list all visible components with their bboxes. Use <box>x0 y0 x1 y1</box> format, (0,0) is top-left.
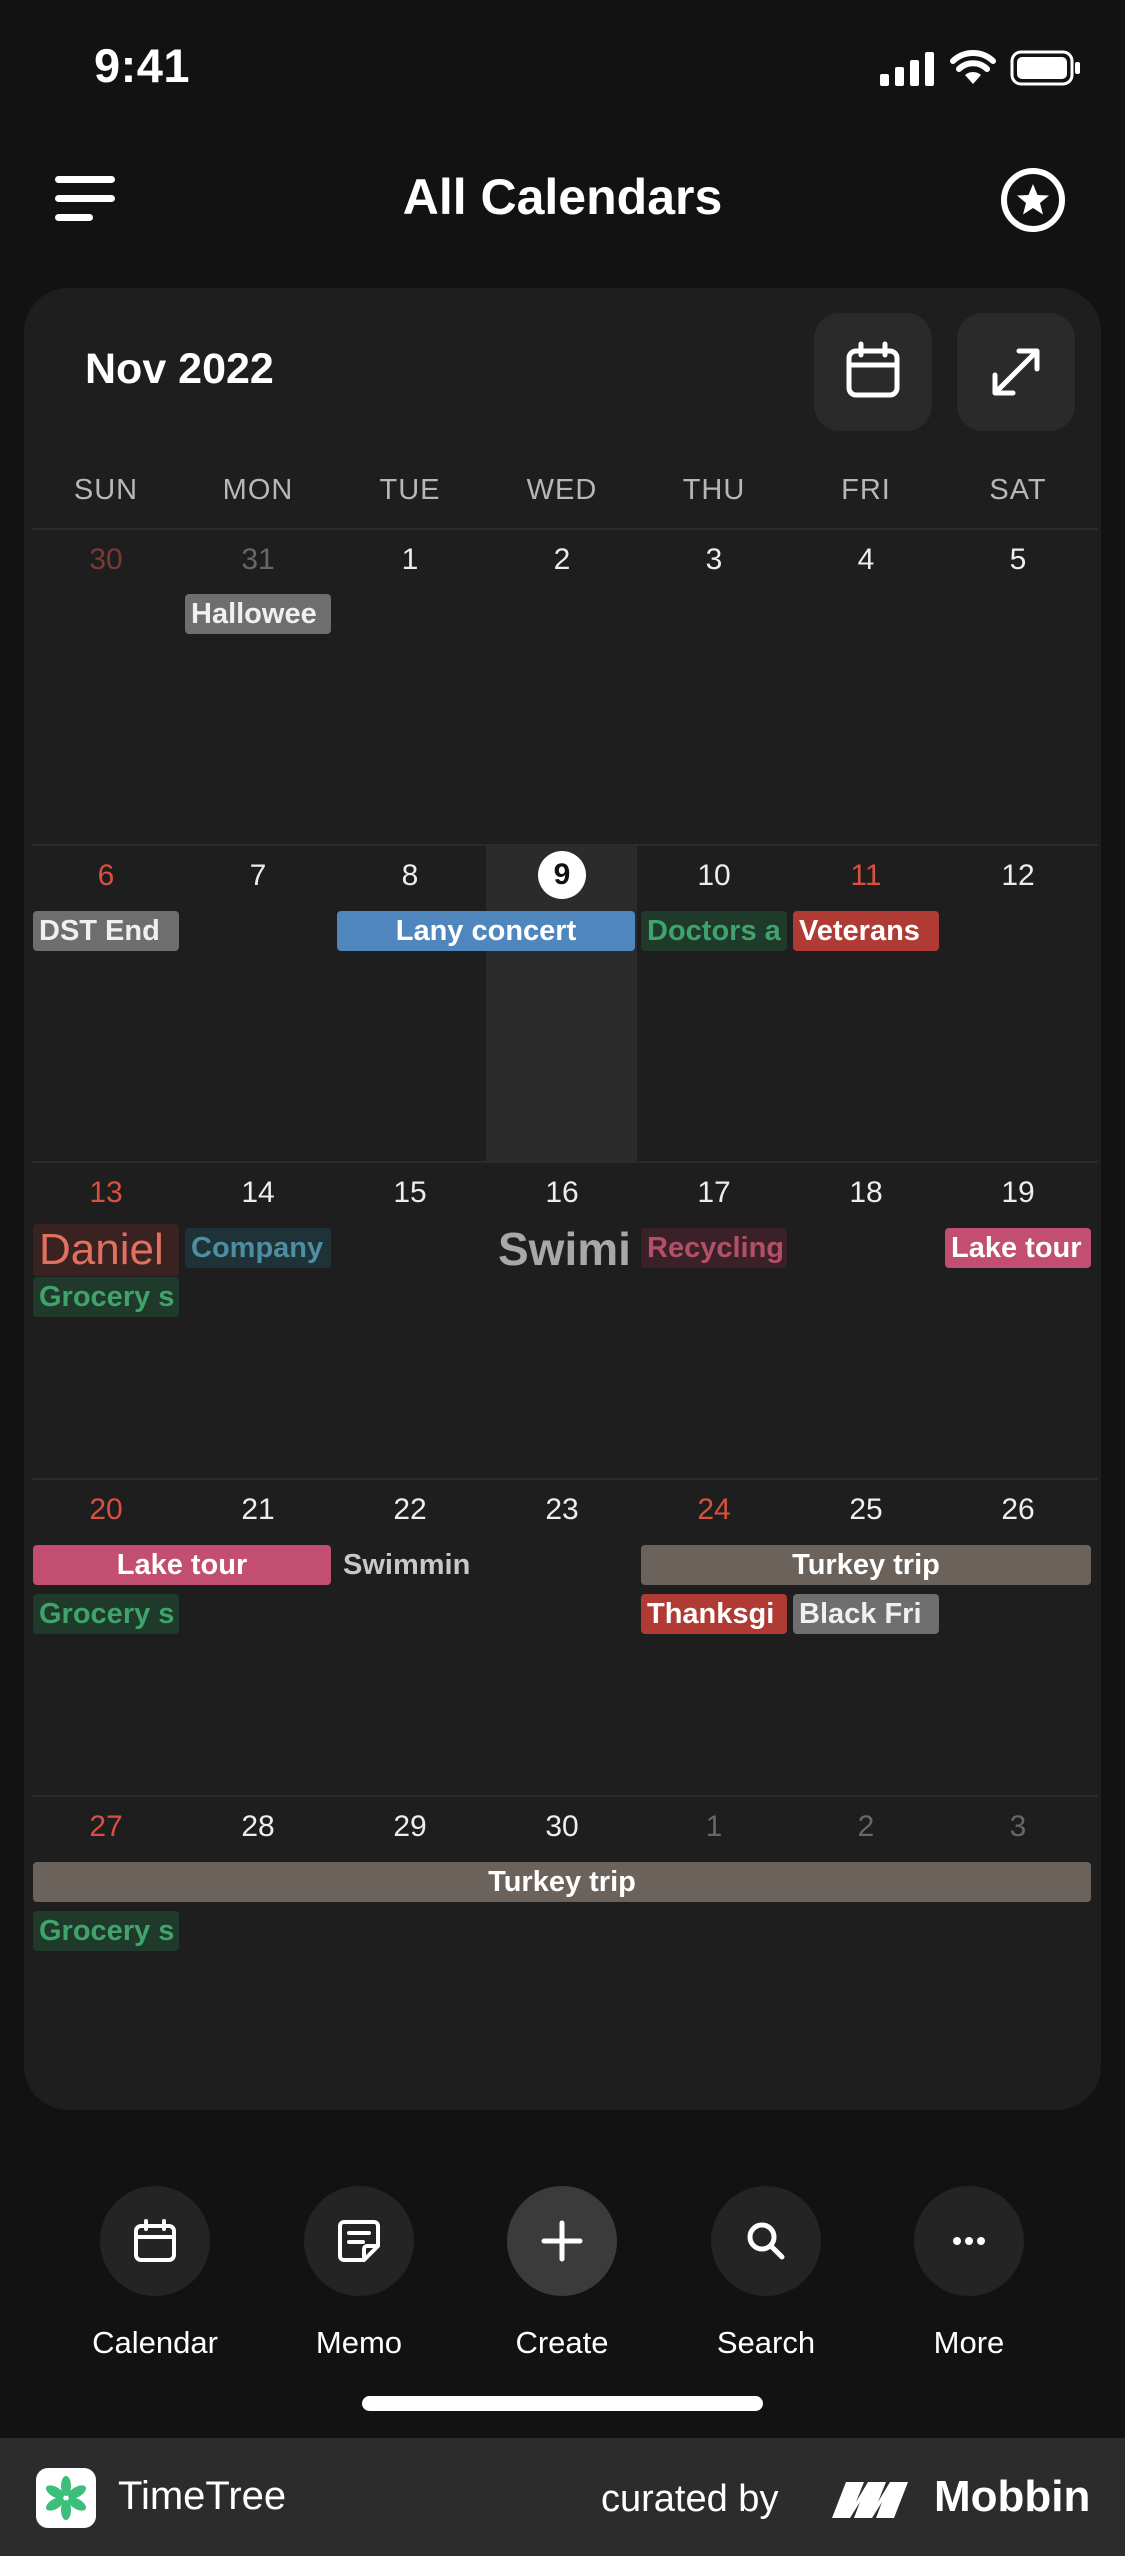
day-cell[interactable]: 30 <box>30 543 182 577</box>
tab-search[interactable] <box>711 2186 821 2296</box>
day-cell[interactable]: 19 <box>942 1176 1094 1210</box>
day-cell[interactable]: 2 <box>486 543 638 577</box>
tab-memo[interactable] <box>304 2186 414 2296</box>
event-chip[interactable]: Veterans <box>793 911 939 951</box>
event-chip[interactable]: Grocery s <box>33 1911 179 1951</box>
day-cell[interactable]: 30 <box>486 1810 638 1844</box>
day-cell[interactable]: 15 <box>334 1176 486 1210</box>
week-divider <box>32 1795 1098 1797</box>
event-chip[interactable]: Hallowee <box>185 594 331 634</box>
event-chip[interactable]: Daniel <box>33 1224 179 1276</box>
day-cell[interactable]: 24 <box>638 1493 790 1527</box>
footer-brand: Mobbin <box>934 2472 1091 2521</box>
tab-more-label[interactable]: More <box>869 2325 1069 2361</box>
more-icon <box>953 2237 985 2245</box>
day-cell[interactable]: 4 <box>790 543 942 577</box>
home-indicator[interactable] <box>362 2396 763 2411</box>
star-icon[interactable] <box>1000 167 1066 233</box>
weekday-tue: TUE <box>379 474 441 506</box>
footer-app-name: TimeTree <box>118 2474 287 2518</box>
tab-calendar-label[interactable]: Calendar <box>55 2325 255 2361</box>
weekday-sun: SUN <box>73 474 139 506</box>
day-cell[interactable]: 16 <box>486 1176 638 1210</box>
calendar-icon <box>134 2219 176 2262</box>
day-cell[interactable]: 13 <box>30 1176 182 1210</box>
memo-icon <box>338 2220 380 2262</box>
day-cell[interactable]: 22 <box>334 1493 486 1527</box>
week-divider <box>32 1478 1098 1480</box>
event-chip[interactable]: Company <box>185 1228 331 1268</box>
plus-icon <box>541 2220 583 2262</box>
battery-icon <box>1010 50 1080 86</box>
event-chip[interactable]: Grocery s <box>33 1594 179 1634</box>
day-cell[interactable]: 28 <box>182 1810 334 1844</box>
event-chip[interactable]: Thanksgi <box>641 1594 787 1634</box>
status-time: 9:41 <box>94 39 191 92</box>
expand-button[interactable] <box>957 313 1075 431</box>
event-chip[interactable]: Lake tour <box>33 1545 331 1585</box>
weekday-thu: THU <box>682 474 746 506</box>
day-cell[interactable]: 31 <box>182 543 334 577</box>
event-chip[interactable]: Lake tour <box>945 1228 1091 1268</box>
day-cell[interactable]: 12 <box>942 859 1094 893</box>
event-chip[interactable]: Swimmin <box>337 1545 483 1585</box>
day-cell[interactable]: 7 <box>182 859 334 893</box>
search-icon <box>747 2222 785 2260</box>
tab-calendar[interactable] <box>100 2186 210 2296</box>
mobbin-logo-icon <box>832 2482 908 2518</box>
expand-icon <box>992 348 1040 396</box>
weekday-mon: MON <box>222 474 294 506</box>
tab-create-label[interactable]: Create <box>462 2325 662 2361</box>
day-cell[interactable]: 8 <box>334 859 486 893</box>
event-chip[interactable]: Lany concert <box>337 911 635 951</box>
page-title: All Calendars <box>402 169 723 225</box>
tab-search-label[interactable]: Search <box>666 2325 866 2361</box>
tab-memo-label[interactable]: Memo <box>259 2325 459 2361</box>
event-chip[interactable]: DST End <box>33 911 179 951</box>
day-cell[interactable]: 3 <box>638 543 790 577</box>
day-cell[interactable]: 21 <box>182 1493 334 1527</box>
day-cell[interactable]: 25 <box>790 1493 942 1527</box>
event-chip[interactable]: Black Fri <box>793 1594 939 1634</box>
timetree-logo <box>36 2468 96 2528</box>
day-cell[interactable]: 3 <box>942 1810 1094 1844</box>
wifi-icon <box>950 50 996 84</box>
day-cell[interactable]: 20 <box>30 1493 182 1527</box>
day-cell[interactable]: 23 <box>486 1493 638 1527</box>
day-cell[interactable]: 27 <box>30 1810 182 1844</box>
calendar-icon <box>846 341 900 398</box>
tab-create[interactable] <box>507 2186 617 2296</box>
weekday-fri: FRI <box>841 474 891 506</box>
day-cell[interactable]: 6 <box>30 859 182 893</box>
day-cell[interactable]: 26 <box>942 1493 1094 1527</box>
event-chip[interactable]: Recycling <box>641 1228 787 1268</box>
month-title[interactable]: Nov 2022 <box>85 345 274 394</box>
event-chip[interactable]: Grocery s <box>33 1277 179 1317</box>
event-chip[interactable]: Turkey trip <box>33 1862 1091 1902</box>
day-cell[interactable]: 1 <box>334 543 486 577</box>
event-chip[interactable]: Swimi <box>492 1222 632 1276</box>
event-chip[interactable]: Turkey trip <box>641 1545 1091 1585</box>
day-cell[interactable]: 1 <box>638 1810 790 1844</box>
tab-more[interactable] <box>914 2186 1024 2296</box>
leaf-icon <box>45 2476 87 2520</box>
today-marker[interactable]: 9 <box>538 851 586 899</box>
calendar-view-button[interactable] <box>814 313 932 431</box>
weekday-sat: SAT <box>989 474 1047 506</box>
footer-curated-by: curated by <box>601 2478 779 2520</box>
event-chip[interactable]: Doctors a <box>641 911 787 951</box>
day-cell[interactable]: 10 <box>638 859 790 893</box>
day-cell[interactable]: 11 <box>790 859 942 893</box>
weekday-wed: WED <box>526 474 598 506</box>
day-cell[interactable]: 18 <box>790 1176 942 1210</box>
day-cell[interactable]: 2 <box>790 1810 942 1844</box>
signal-icon <box>880 52 934 86</box>
day-cell[interactable]: 29 <box>334 1810 486 1844</box>
day-cell[interactable]: 5 <box>942 543 1094 577</box>
day-cell[interactable]: 14 <box>182 1176 334 1210</box>
day-cell[interactable]: 17 <box>638 1176 790 1210</box>
week-divider <box>32 528 1098 530</box>
